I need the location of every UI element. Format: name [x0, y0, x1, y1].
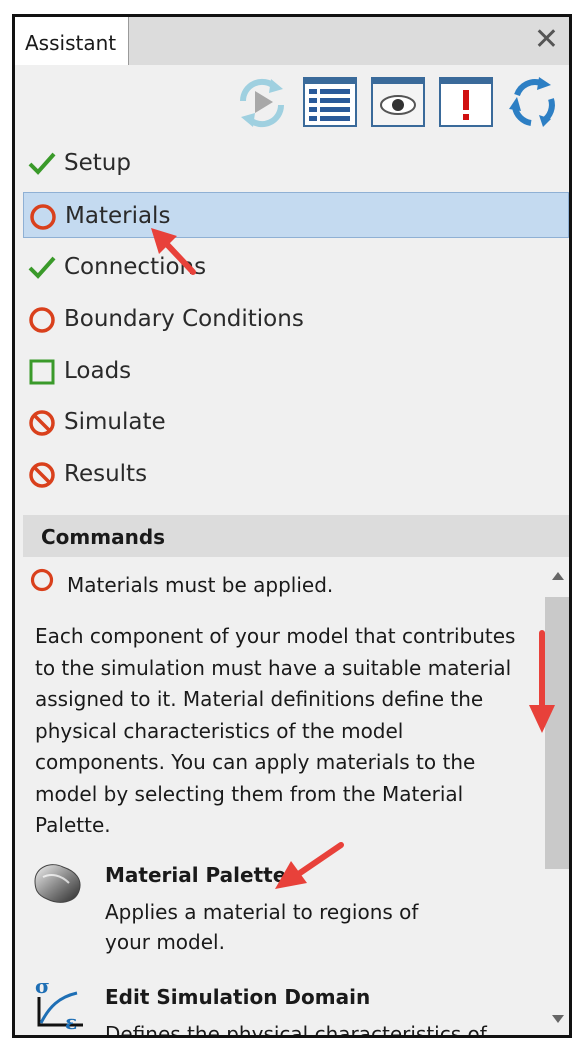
workflow-item-label: Loads: [64, 358, 132, 384]
warnings-button[interactable]: [439, 75, 493, 129]
optional-square-icon: [29, 359, 55, 385]
annotation-arrow: [275, 842, 344, 889]
blocked-icon: [29, 462, 55, 488]
stress-strain-icon: σ ε: [35, 975, 83, 1031]
close-icon[interactable]: ✕: [534, 25, 559, 55]
workflow-item-setup[interactable]: Setup: [23, 140, 569, 186]
panel-title: Assistant: [25, 31, 117, 55]
workflow-item-label: Simulate: [64, 409, 166, 435]
workflow-item-loads[interactable]: Loads: [23, 348, 569, 394]
workflow-item-simulate[interactable]: Simulate: [23, 399, 569, 445]
toolbar: [15, 75, 569, 131]
workflow-item-label: Results: [64, 461, 148, 487]
list-view-button[interactable]: [303, 75, 357, 129]
sync-button[interactable]: [507, 75, 561, 129]
required-circle-icon: [30, 204, 56, 230]
workflow-item-label: Setup: [64, 150, 131, 176]
assistant-panel: Assistant ✕ Setup Materials Connections …: [12, 14, 572, 1038]
workflow-item-results[interactable]: Results: [23, 451, 569, 497]
refresh-play-icon: [239, 78, 285, 128]
workflow-item-label: Boundary Conditions: [64, 306, 304, 332]
status-message: Materials must be applied.: [67, 573, 334, 597]
workflow-item-materials[interactable]: Materials: [23, 192, 569, 238]
workflow-item-connections[interactable]: Connections: [23, 244, 569, 290]
command-title: Material Palette: [105, 863, 287, 887]
checkmark-icon: [28, 152, 56, 175]
workflow-item-boundary-conditions[interactable]: Boundary Conditions: [23, 296, 569, 342]
command-description: Defines the physical characteristics of: [105, 1022, 487, 1038]
commands-header-label: Commands: [41, 525, 166, 549]
commands-description: Each component of your model that contri…: [35, 624, 516, 837]
material-palette-icon: [34, 864, 81, 903]
required-circle-icon: [30, 568, 54, 592]
command-description: Applies a material to regions of your mo…: [105, 900, 419, 954]
checkmark-icon: [28, 256, 56, 279]
eye-icon: [371, 77, 425, 127]
assistant-tab[interactable]: Assistant: [15, 17, 129, 65]
scroll-down-icon[interactable]: [551, 1012, 565, 1026]
commands-header: Commands: [23, 515, 569, 557]
annotation-arrow: [151, 228, 196, 275]
sync-icon: [509, 77, 555, 127]
panel-titlebar: Assistant ✕: [15, 17, 569, 65]
list-view-icon: [303, 77, 357, 127]
warning-icon: [439, 77, 493, 127]
svg-text:σ: σ: [35, 975, 50, 998]
blocked-icon: [29, 410, 55, 436]
scroll-up-icon[interactable]: [551, 569, 565, 583]
annotation-arrow: [529, 630, 555, 733]
visibility-button[interactable]: [371, 75, 425, 129]
svg-text:ε: ε: [65, 1010, 77, 1031]
refresh-play-button[interactable]: [235, 75, 289, 129]
command-title: Edit Simulation Domain: [105, 985, 371, 1009]
required-circle-icon: [29, 307, 55, 333]
